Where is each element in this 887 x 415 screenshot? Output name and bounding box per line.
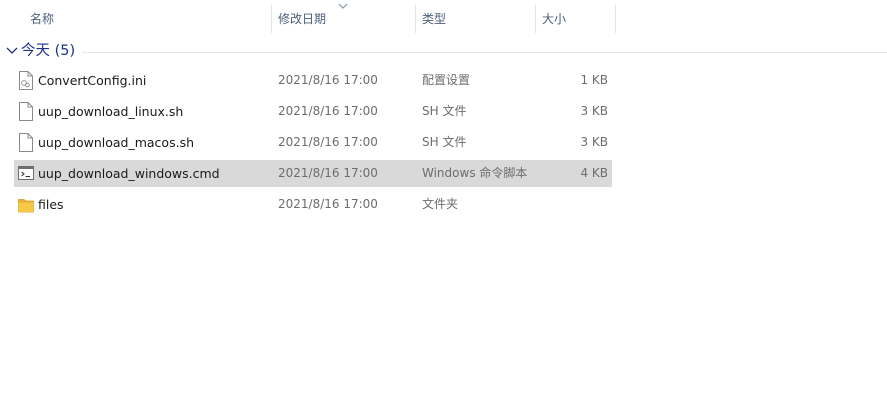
file-row-selected[interactable]: uup_download_windows.cmd 2021/8/16 17:00… <box>14 160 612 187</box>
folder-icon <box>18 199 34 213</box>
file-type: SH 文件 <box>422 104 467 118</box>
column-header-size[interactable]: 大小 <box>542 0 566 38</box>
file-size: 3 KB <box>580 135 608 149</box>
group-today[interactable]: 今天 (5) <box>0 40 887 62</box>
column-divider[interactable] <box>415 5 416 33</box>
file-row[interactable]: ConvertConfig.ini 2021/8/16 17:00 配置设置 1… <box>14 67 612 94</box>
file-row[interactable]: uup_download_linux.sh 2021/8/16 17:00 SH… <box>14 98 612 125</box>
group-divider <box>82 52 887 53</box>
file-name: uup_download_windows.cmd <box>38 166 220 181</box>
column-header-type[interactable]: 类型 <box>422 0 446 38</box>
document-icon <box>19 133 33 152</box>
sort-descending-icon <box>338 3 348 9</box>
group-label: 今天 (5) <box>21 43 76 59</box>
column-header-bar: 名称 修改日期 类型 大小 <box>0 0 887 38</box>
file-type: SH 文件 <box>422 135 467 149</box>
file-size <box>534 191 608 218</box>
file-size: 3 KB <box>580 104 608 118</box>
file-name: uup_download_linux.sh <box>38 104 184 119</box>
file-name: uup_download_macos.sh <box>38 135 194 150</box>
file-date: 2021/8/16 17:00 <box>278 104 378 118</box>
file-size: 4 KB <box>580 166 608 180</box>
file-date: 2021/8/16 17:00 <box>278 166 378 180</box>
column-header-name[interactable]: 名称 <box>30 0 54 38</box>
column-header-date[interactable]: 修改日期 <box>278 0 326 38</box>
file-row[interactable]: uup_download_macos.sh 2021/8/16 17:00 SH… <box>14 129 612 156</box>
file-type: Windows 命令脚本 <box>422 166 528 180</box>
file-type: 配置设置 <box>422 73 471 87</box>
document-icon <box>19 71 33 90</box>
column-divider[interactable] <box>535 5 536 33</box>
file-name: ConvertConfig.ini <box>38 73 147 88</box>
file-name: files <box>38 197 64 212</box>
file-date: 2021/8/16 17:00 <box>278 197 378 211</box>
file-date: 2021/8/16 17:00 <box>278 135 378 149</box>
file-type: 文件夹 <box>422 197 459 211</box>
folder-row[interactable]: files 2021/8/16 17:00 文件夹 <box>14 191 612 218</box>
script-icon <box>18 166 34 180</box>
document-icon <box>19 102 33 121</box>
file-date: 2021/8/16 17:00 <box>278 73 378 87</box>
chevron-down-icon[interactable] <box>6 46 18 56</box>
file-size: 1 KB <box>580 73 608 87</box>
column-divider[interactable] <box>271 5 272 33</box>
column-divider[interactable] <box>615 5 616 33</box>
